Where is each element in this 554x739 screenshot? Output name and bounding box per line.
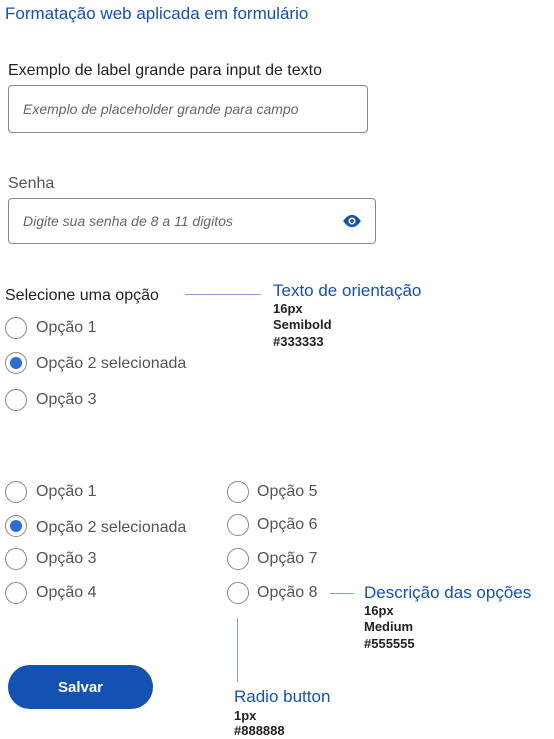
radio-g2-opt7-label: Opção 7 <box>257 550 318 567</box>
orientation-annotation-title: Texto de orientação <box>273 281 422 300</box>
radio-g2-opt6-label: Opção 6 <box>257 516 318 533</box>
password-placeholder: Digite sua senha de 8 a 11 digitos <box>23 213 233 229</box>
radio-g1-opt1-label: Opção 1 <box>36 319 97 336</box>
password-input[interactable]: Digite sua senha de 8 a 11 digitos <box>8 198 376 244</box>
radio-g1-opt3-label: Opção 3 <box>36 391 97 408</box>
orientation-annotation-size: 16px <box>273 301 303 316</box>
radio-g2-opt8[interactable] <box>227 582 249 604</box>
text-input-placeholder: Exemplo de placeholder grande para campo <box>23 101 299 117</box>
radio-group-label: Selecione uma opção <box>5 287 159 304</box>
radio-g2-opt7[interactable] <box>227 548 249 570</box>
radio-g2-opt5[interactable] <box>227 481 249 503</box>
radio-g2-opt6[interactable] <box>227 514 249 536</box>
radio-g1-opt2[interactable] <box>5 352 27 374</box>
radio-button-connector <box>237 618 238 682</box>
options-desc-annotation-title: Descrição das opções <box>364 583 532 602</box>
radio-g2-opt8-label: Opção 8 <box>257 584 318 601</box>
radio-annotation-size: 1px <box>234 708 257 723</box>
radio-g2-opt4[interactable] <box>5 582 27 604</box>
radio-g2-opt2-label: Opção 2 selecionada <box>36 519 187 536</box>
options-desc-connector <box>330 593 354 594</box>
radio-g2-opt1-label: Opção 1 <box>36 483 97 500</box>
options-desc-annotation-color: #555555 <box>364 636 415 651</box>
radio-g1-opt3[interactable] <box>5 389 27 411</box>
radio-annotation-title: Radio button <box>234 687 331 706</box>
radio-g2-opt3-label: Opção 3 <box>36 550 97 567</box>
password-label: Senha <box>8 175 55 192</box>
eye-icon[interactable] <box>341 214 363 228</box>
radio-g2-opt2[interactable] <box>5 515 27 537</box>
radio-g2-opt5-label: Opção 5 <box>257 483 318 500</box>
options-desc-annotation-weight: Medium <box>364 619 414 634</box>
options-desc-annotation-size: 16px <box>364 603 394 618</box>
page-title: Formatação web aplicada em formulário <box>5 4 309 23</box>
radio-g2-opt1[interactable] <box>5 481 27 503</box>
radio-g1-opt2-label: Opção 2 selecionada <box>36 355 187 372</box>
text-input[interactable]: Exemplo de placeholder grande para campo <box>8 85 368 133</box>
save-button[interactable]: Salvar <box>8 665 153 709</box>
radio-g1-opt1[interactable] <box>5 317 27 339</box>
orientation-annotation-weight: Semibold <box>273 317 332 332</box>
radio-g2-opt4-label: Opção 4 <box>36 584 97 601</box>
radio-g2-opt3[interactable] <box>5 548 27 570</box>
orientation-annotation-color: #333333 <box>273 334 324 349</box>
radio-annotation-color: #888888 <box>234 723 285 738</box>
orientation-connector <box>185 294 261 295</box>
text-field-label: Exemplo de label grande para input de te… <box>8 62 322 79</box>
